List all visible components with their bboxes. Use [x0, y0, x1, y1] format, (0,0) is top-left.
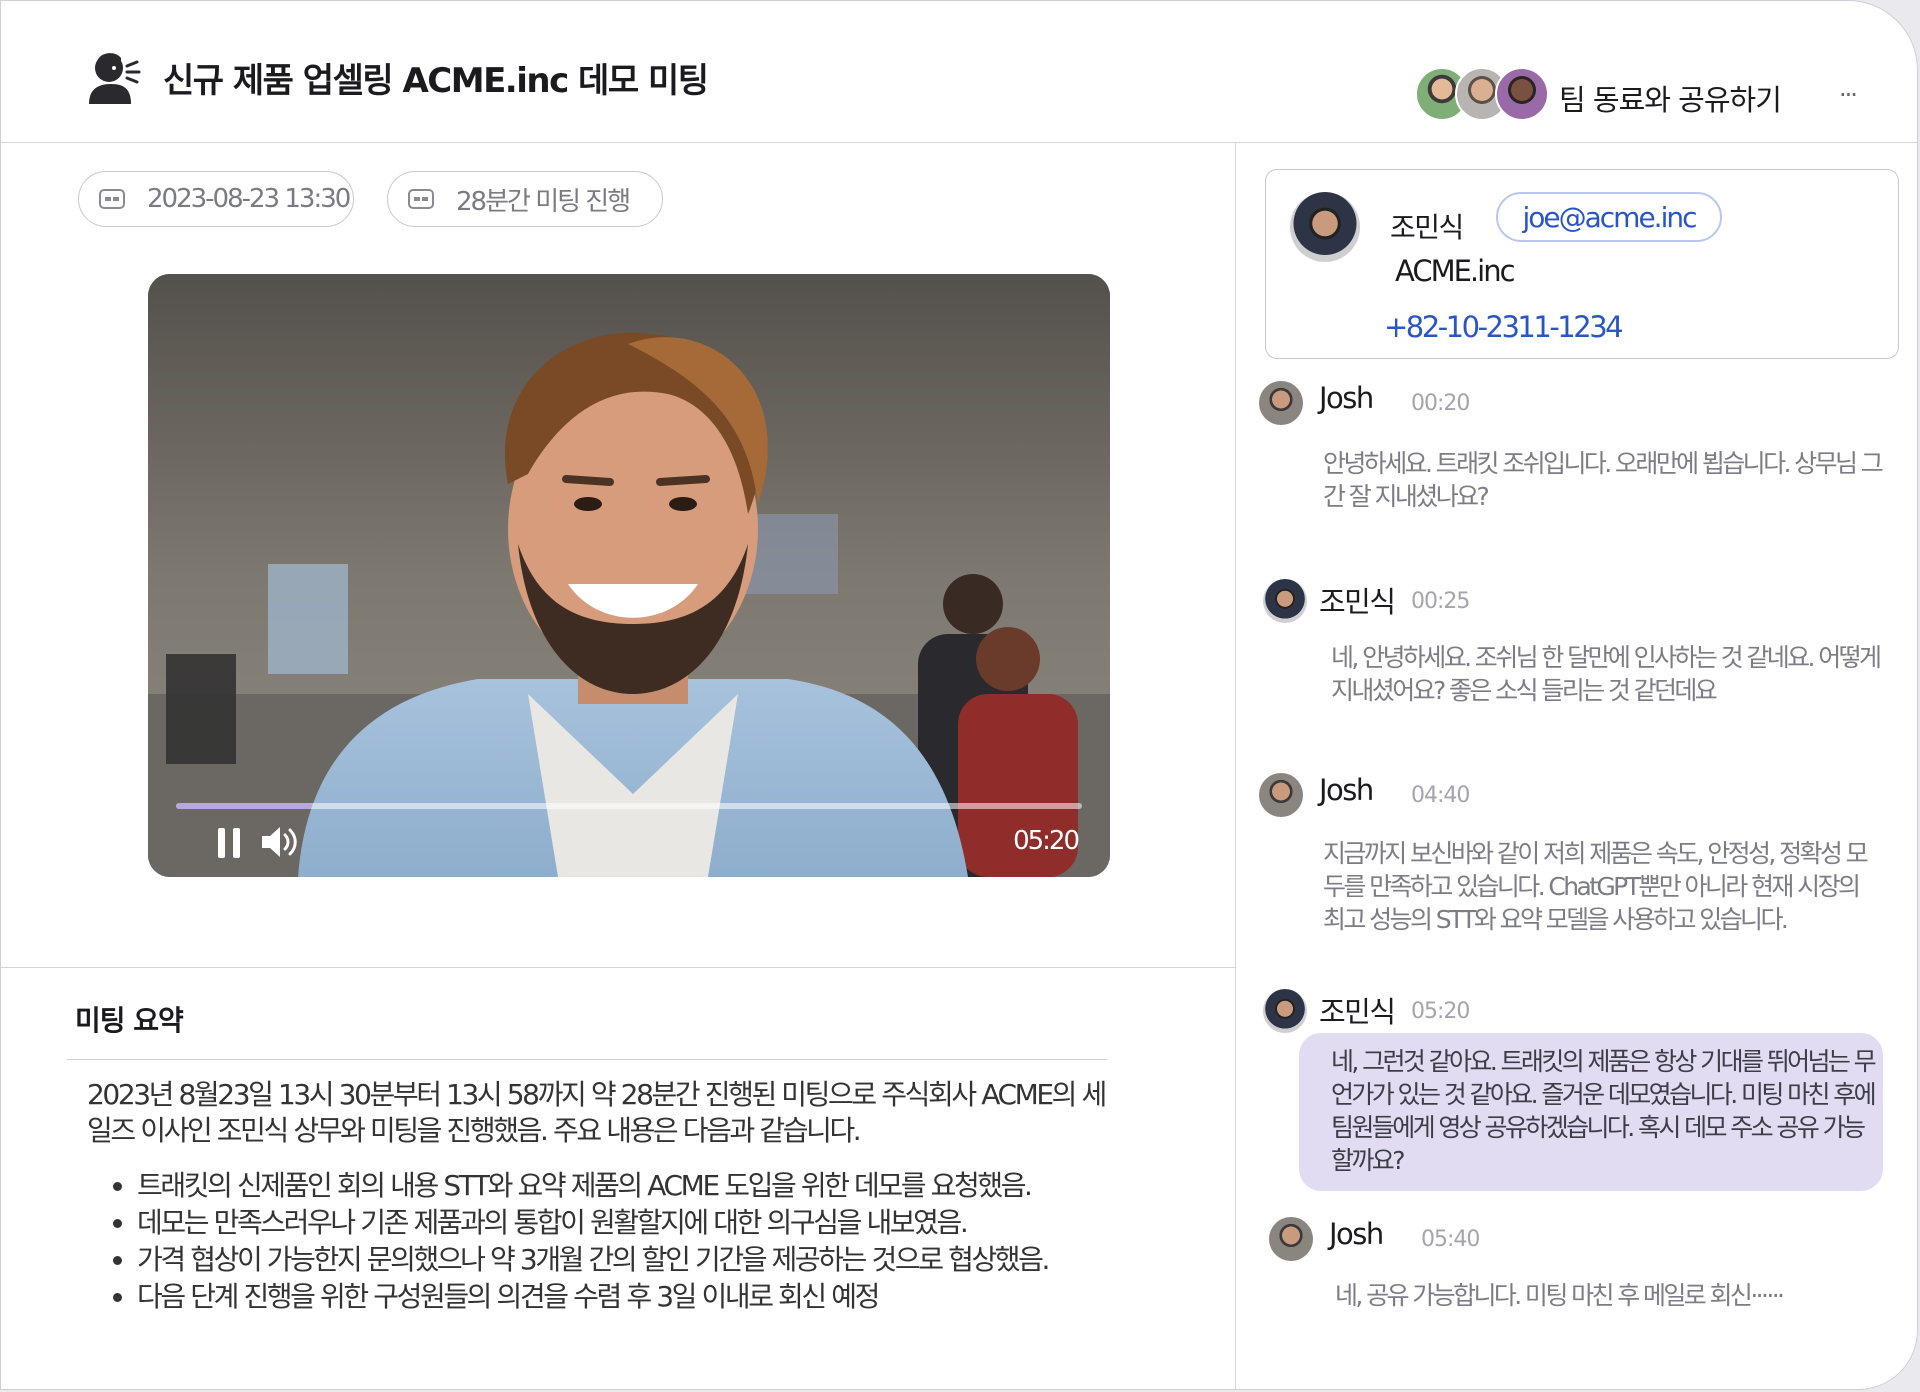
summary-bullet: 다음 단계 진행을 위한 구성원들의 의견을 수렴 후 3일 이내로 회신 예정 [137, 1278, 1157, 1315]
message-text: 지금까지 보신바와 같이 저희 제품은 속도, 안정성, 정확성 모두를 만족하… [1323, 839, 1869, 934]
column-divider [1235, 142, 1236, 1389]
meeting-duration: 28분간 미팅 진행 [456, 186, 631, 217]
avatar [1259, 773, 1303, 817]
message-timestamp: 00:20 [1411, 391, 1470, 416]
contact-company: ACME.inc [1395, 254, 1516, 288]
contact-name: 조민식 [1390, 211, 1464, 244]
summary-list: 트래킷의 신제품인 회의 내용 STT와 요약 제품의 ACME 도입을 위한 … [91, 1167, 1157, 1315]
message-text: 네, 공유 가능합니다. 미팅 마친 후 메일로 회신······ [1335, 1281, 1785, 1310]
avatar [1259, 381, 1303, 425]
contact-email-link[interactable]: joe@acme.inc [1496, 192, 1722, 242]
summary-title: 미팅 요약 [75, 1004, 184, 1037]
avatar [1269, 1217, 1313, 1261]
message-timestamp: 04:40 [1411, 783, 1470, 808]
more-options-icon[interactable]: ··· [1839, 81, 1858, 109]
video-player[interactable]: 05:20 [148, 274, 1110, 877]
calendar-icon [99, 189, 125, 209]
summary-bullet: 가격 협상이 가능한지 문의했으나 약 3개월 간의 할인 기간을 제공하는 것… [137, 1241, 1157, 1278]
avatar [1495, 67, 1549, 121]
meeting-datetime: 2023-08-23 13:30 [147, 184, 351, 214]
speaker-name: 조민식 [1319, 995, 1396, 1029]
message-text: 안녕하세요. 트래킷 조쉬입니다. 오래만에 뵙습니다. 상무님 그간 잘 지내… [1323, 449, 1884, 511]
volume-icon[interactable] [258, 822, 302, 862]
teammate-avatars[interactable] [1415, 67, 1555, 125]
share-with-team-button[interactable]: 팀 동료와 공유하기 [1559, 77, 1782, 119]
duration-chip: 28분간 미팅 진행 [387, 171, 663, 227]
speaker-name: Josh [1319, 773, 1374, 807]
header: 신규 제품 업셀링 ACME.inc 데모 미팅 팀 동료와 공유하기 ··· [1, 1, 1917, 143]
summary-bullet: 데모는 만족스러우나 기존 제품과의 통합이 원활할지에 대한 의구심을 내보였… [137, 1204, 1157, 1241]
page-title: 신규 제품 업셀링 ACME.inc 데모 미팅 [163, 61, 709, 101]
summary-body: 2023년 8월23일 13시 30분부터 13시 58까지 약 28분간 진행… [87, 1078, 1107, 1147]
speaker-name: 조민식 [1319, 585, 1396, 619]
summary-bullet: 트래킷의 신제품인 회의 내용 STT와 요약 제품의 ACME 도입을 위한 … [137, 1167, 1157, 1204]
message-text: 네, 안녕하세요. 조쉬님 한 달만에 인사하는 것 같네요. 어떻게 지내셨어… [1331, 643, 1882, 705]
avatar [1290, 192, 1360, 262]
speaker-name: Josh [1319, 381, 1374, 415]
clock-icon [408, 189, 434, 209]
pause-icon[interactable] [216, 826, 244, 860]
message-timestamp: 00:25 [1411, 589, 1470, 614]
progress-fill [176, 803, 312, 809]
avatar [1263, 579, 1307, 623]
section-divider [1, 967, 1235, 968]
speaker-name: Josh [1329, 1217, 1384, 1251]
speaking-head-icon [89, 53, 141, 104]
contact-phone-link[interactable]: +82-10-2311-1234 [1384, 310, 1624, 344]
divider [67, 1059, 1107, 1060]
video-frame [148, 274, 1110, 877]
video-time: 05:20 [1013, 826, 1080, 856]
avatar [1263, 989, 1307, 1033]
message-timestamp: 05:20 [1411, 999, 1470, 1024]
contact-card: 조민식 joe@acme.inc ACME.inc +82-10-2311-12… [1265, 169, 1899, 359]
message-timestamp: 05:40 [1421, 1227, 1480, 1252]
meeting-card: 신규 제품 업셀링 ACME.inc 데모 미팅 팀 동료와 공유하기 ··· … [0, 0, 1918, 1390]
datetime-chip: 2023-08-23 13:30 [78, 171, 354, 227]
progress-bar[interactable] [176, 803, 1082, 809]
message-text: 네, 그런것 같아요. 트래킷의 제품은 항상 기대를 뛰어넘는 무언가가 있는… [1331, 1047, 1877, 1175]
